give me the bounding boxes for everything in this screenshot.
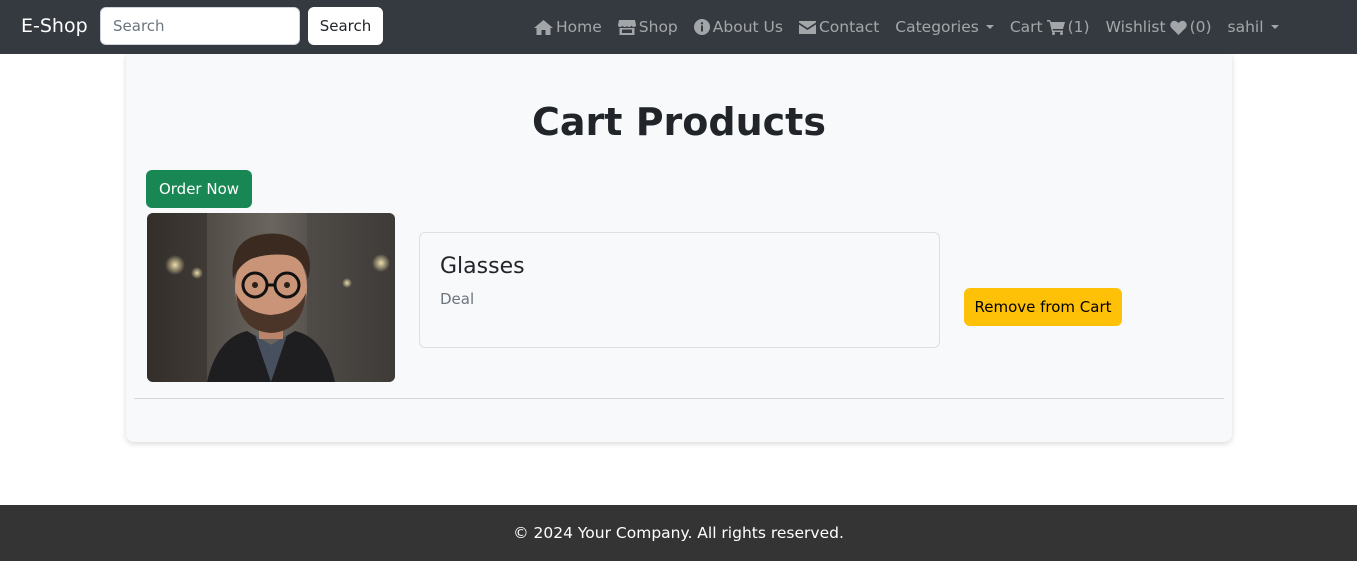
- nav-contact-label: Contact: [818, 18, 880, 36]
- nav-contact[interactable]: Contact: [798, 16, 880, 38]
- search-input[interactable]: [100, 7, 300, 45]
- nav-about[interactable]: About Us: [693, 16, 783, 38]
- product-card: Glasses Deal: [419, 232, 940, 348]
- heart-icon: [1169, 20, 1187, 35]
- page-title: Cart Products: [532, 100, 826, 144]
- remove-from-cart-button[interactable]: Remove from Cart: [964, 288, 1122, 326]
- caret-down-icon: [985, 25, 994, 29]
- nav-wishlist-label: Wishlist: [1105, 18, 1166, 36]
- nav-categories-label: Categories: [895, 18, 979, 36]
- nav-shop[interactable]: Shop: [617, 16, 678, 38]
- nav-wishlist[interactable]: Wishlist (0): [1106, 16, 1212, 38]
- caret-down-icon: [1270, 25, 1279, 29]
- envelope-icon: [798, 20, 816, 34]
- brand-link[interactable]: E-Shop: [21, 13, 88, 39]
- footer-text: © 2024 Your Company. All rights reserved…: [513, 524, 844, 542]
- search-button[interactable]: Search: [308, 7, 383, 45]
- product-name: Glasses: [440, 254, 525, 279]
- home-icon: [534, 19, 553, 35]
- nav-categories-dropdown[interactable]: Categories: [895, 16, 994, 38]
- nav-home[interactable]: Home: [534, 16, 602, 38]
- product-description: Deal: [440, 290, 475, 308]
- navbar: E-Shop Search Home Shop About Us Cont: [0, 0, 1357, 54]
- nav-user-label: sahil: [1227, 18, 1264, 36]
- nav-cart-label: Cart: [1009, 18, 1043, 36]
- info-icon: [693, 19, 710, 35]
- nav-user-dropdown[interactable]: sahil: [1228, 16, 1279, 38]
- wishlist-count: (0): [1189, 18, 1212, 36]
- cart-count: (1): [1067, 18, 1090, 36]
- store-icon: [617, 19, 636, 35]
- cart-container: Cart Products Order Now Glasses Deal Rem…: [126, 54, 1232, 442]
- cart-icon: [1046, 19, 1065, 35]
- footer: © 2024 Your Company. All rights reserved…: [0, 505, 1357, 561]
- product-image: [147, 213, 395, 382]
- divider: [134, 398, 1224, 399]
- nav-about-label: About Us: [712, 18, 783, 36]
- nav-home-label: Home: [556, 18, 602, 36]
- nav-links: Home Shop About Us Contact Categories Ca…: [534, 16, 1295, 38]
- order-now-button[interactable]: Order Now: [146, 170, 252, 208]
- nav-cart[interactable]: Cart (1): [1010, 16, 1090, 38]
- nav-shop-label: Shop: [638, 18, 678, 36]
